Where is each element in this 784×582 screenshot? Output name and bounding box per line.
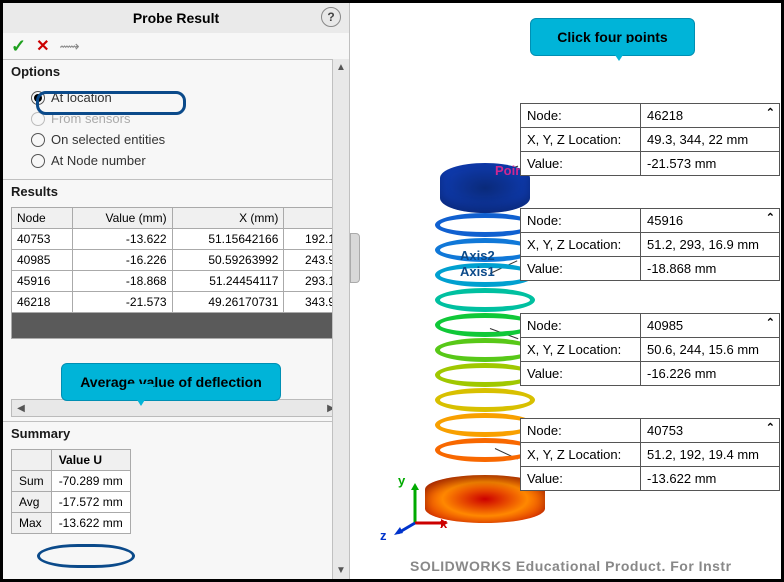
annotation-click-callout: Click four points [530,18,695,56]
scroll-left-icon[interactable]: ◀ [12,403,30,414]
probe-value: -16.226 mm [641,362,779,385]
results-header[interactable]: Results ⌃ [3,180,349,203]
radio-label-at-node: At Node number [51,153,146,168]
collapse-icon[interactable]: ⌃ [766,421,775,434]
options-header[interactable]: Options ⌃ [3,60,349,83]
probe-node: 40753 [641,419,779,443]
v-scrollbar[interactable]: ▲ ▼ [332,59,349,579]
axis-x-label: x [440,516,447,531]
collapse-icon[interactable]: ⌃ [766,106,775,119]
radio-label-on-selected: On selected entities [51,132,165,147]
options-title: Options [11,64,60,79]
sum-value: -70.289 mm [51,471,130,492]
scroll-down-icon[interactable]: ▼ [333,562,349,579]
watermark: SOLIDWORKS Educational Product. For Inst… [410,558,732,574]
radio-at-node[interactable]: At Node number [31,150,339,171]
radio-on-selected[interactable]: On selected entities [31,129,339,150]
probe-annotation[interactable]: Node:46218 X, Y, Z Location:49.3, 344, 2… [520,103,780,176]
options-section: Options ⌃ At location From sensors On se… [3,59,349,179]
summary-header[interactable]: Summary ⌃ [3,422,349,445]
col-node[interactable]: Node [12,208,73,229]
probe-xyz: 51.2, 192, 19.4 mm [641,443,779,467]
probe-node: 40985 [641,314,779,338]
probe-annotation[interactable]: Node:45916 X, Y, Z Location:51.2, 293, 1… [520,208,780,281]
max-value: -13.622 mm [51,513,130,534]
probe-annotation[interactable]: Node:40753 X, Y, Z Location:51.2, 192, 1… [520,418,780,491]
probe-node: 45916 [641,209,779,233]
viewport[interactable]: Click four points Point1 Axis2 Axis1 y x… [350,3,781,579]
annotation-avg-circle [37,544,135,568]
probe-node: 46218 [641,104,779,128]
probe-xyz: 50.6, 244, 15.6 mm [641,338,779,362]
col-value[interactable]: Value (mm) [73,208,172,229]
col-x[interactable]: X (mm) [172,208,284,229]
summary-table[interactable]: Value U Sum-70.289 mm Avg-17.572 mm Max-… [11,449,131,534]
probe-xyz: 49.3, 344, 22 mm [641,128,779,152]
table-row: 40985-16.22650.59263992243.9 [12,250,341,271]
scroll-up-icon[interactable]: ▲ [333,59,349,76]
probe-xyz: 51.2, 293, 16.9 mm [641,233,779,257]
results-table[interactable]: Node Value (mm) X (mm) 40753-13.62251.15… [11,207,341,313]
coil [435,288,535,312]
label-axis1: Axis1 [460,264,495,279]
pin-icon[interactable]: ⟿ [60,38,80,55]
panel-header: Probe Result ? [3,3,349,33]
results-title: Results [11,184,58,199]
probe-value: -21.573 mm [641,152,779,175]
ok-icon[interactable]: ✓ [11,36,26,57]
action-row: ✓ ✕ ⟿ [3,33,349,59]
collapse-icon[interactable]: ⌃ [766,316,775,329]
avg-value: -17.572 mm [51,492,130,513]
table-row: 46218-21.57349.26170731343.9 [12,292,341,313]
help-icon[interactable]: ? [321,7,341,27]
coil [435,388,535,412]
summary-col-value: Value U [51,450,130,471]
axis-y-label: y [398,473,405,488]
annotation-avg-callout: Average value of deflection [61,363,281,401]
table-row: 40753-13.62251.15642166192.1 [12,229,341,250]
panel-splitter[interactable] [350,233,360,283]
table-row: 45916-18.86851.24454117293.1 [12,271,341,292]
axis-z-label: z [380,528,387,543]
collapse-icon[interactable]: ⌃ [766,211,775,224]
probe-value: -13.622 mm [641,467,779,490]
probe-panel: Probe Result ? ✓ ✕ ⟿ Options ⌃ At locati… [3,3,350,579]
label-axis2: Axis2 [460,248,495,263]
summary-section: Summary ⌃ Value U Sum-70.289 mm Avg-17.5… [3,421,349,534]
summary-title: Summary [11,426,70,441]
cancel-icon[interactable]: ✕ [36,36,49,56]
annotation-selected-option [36,91,186,115]
h-scrollbar[interactable]: ◀ ▶ [11,399,341,417]
probe-value: -18.868 mm [641,257,779,280]
probe-annotation[interactable]: Node:40985 X, Y, Z Location:50.6, 244, 1… [520,313,780,386]
table-empty-area [11,313,341,339]
panel-title: Probe Result [133,10,219,26]
